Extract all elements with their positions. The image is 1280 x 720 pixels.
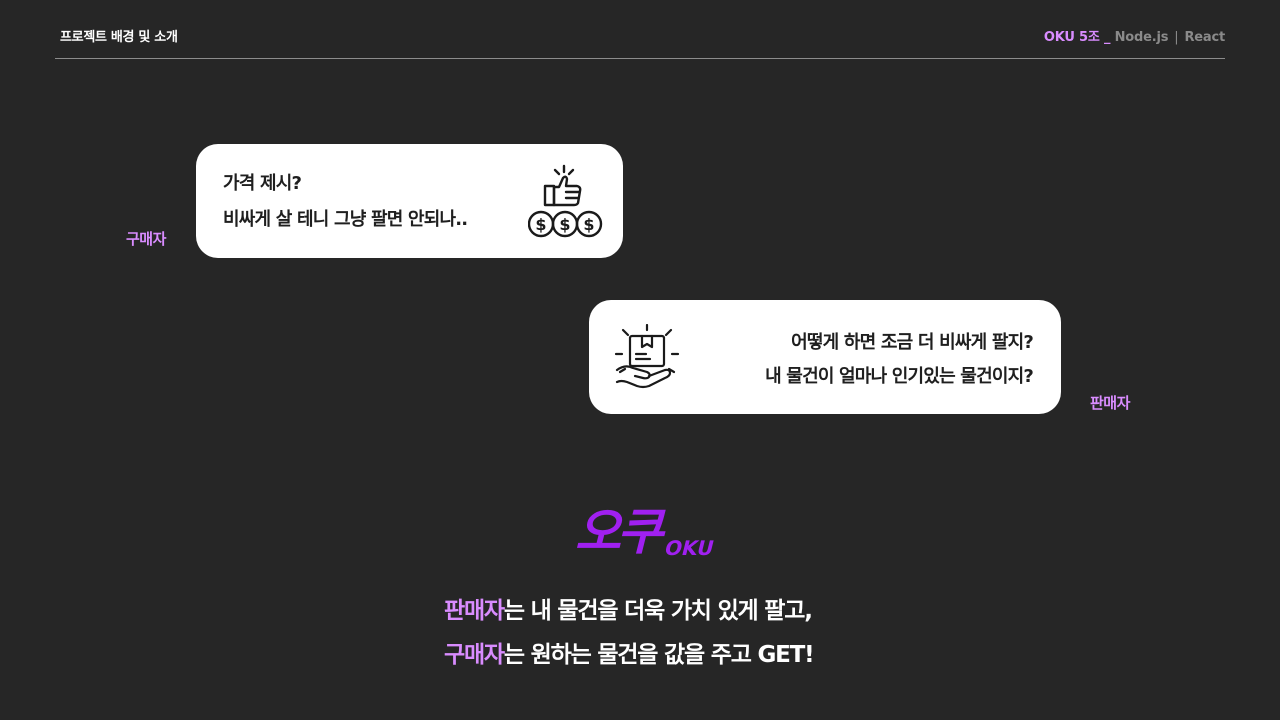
tagline-buyer-text: 는 원하는 물건을 값을 주고 GET! [503,642,815,668]
svg-text:$: $ [535,215,546,234]
seller-label: 판매자 [1090,394,1130,412]
header-separator: | [1174,30,1179,45]
header-team-info: OKU 5조 _ Node.js | React [1044,26,1225,45]
buyer-line-1: 가격 제시? [223,173,302,194]
tagline-seller-text: 는 내 물건을 더욱 가치 있게 팔고, [503,598,813,624]
logo-sub-text: OKU [662,536,716,560]
tagline-seller: 판매자는 내 물건을 더욱 가치 있게 팔고, [444,591,813,625]
tagline-buyer: 구매자는 원하는 물건을 값을 주고 GET! [444,635,815,669]
buyer-speech-bubble: 가격 제시? 비싸게 살 테니 그냥 팔면 안되나.. $ $ $ [196,144,623,258]
thumbs-up-coins-icon: $ $ $ [527,162,606,244]
seller-line-2: 내 물건이 얼마나 인기있는 물건이지? [765,366,1034,387]
hand-holding-box-icon [613,323,681,396]
seller-line-1: 어떻게 하면 조금 더 비싸게 팔지? [791,332,1034,353]
tech-react: React [1184,30,1225,45]
tagline-buyer-highlight: 구매자 [444,642,505,668]
page-title: 프로젝트 배경 및 소개 [60,30,178,45]
header-divider [55,58,1225,59]
seller-speech-bubble: 어떻게 하면 조금 더 비싸게 팔지? 내 물건이 얼마나 인기있는 물건이지? [589,300,1061,414]
svg-text:$: $ [583,215,594,234]
buyer-line-2: 비싸게 살 테니 그냥 팔면 안되나.. [223,209,468,230]
team-name: OKU 5조 _ [1043,30,1111,45]
svg-text:$: $ [559,215,570,234]
logo-main-text: 오쿠 [572,503,673,561]
oku-logo: 오쿠 OKU [566,497,728,567]
buyer-label: 구매자 [126,230,166,248]
tech-nodejs: Node.js [1114,30,1169,45]
tagline-seller-highlight: 판매자 [444,598,505,624]
